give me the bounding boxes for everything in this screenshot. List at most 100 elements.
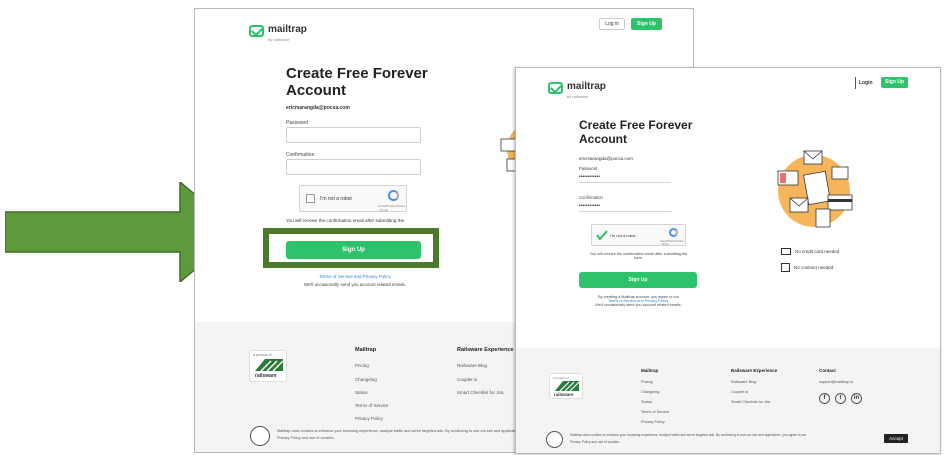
cookie-notice-2: Mailtrap uses cookies to enhance your br…	[570, 433, 807, 437]
page-title-2: Create Free Forever Account	[579, 118, 692, 146]
footer-link-smart-checklist[interactable]: Smart Checklist for Jira	[457, 390, 504, 395]
logo-text: mailtrap	[268, 24, 307, 35]
footer-2-link-privacy[interactable]: Privacy Policy	[641, 420, 665, 424]
badge-text: a product of	[253, 353, 272, 357]
confirmation-label: Confirmation	[286, 152, 315, 158]
recaptcha-check-icon	[596, 230, 608, 240]
logo-subtext-2: by railsware	[567, 94, 589, 99]
title-line-2: Account	[286, 82, 346, 99]
perk-no-card: No credit card needed	[781, 248, 839, 255]
envelopes-illustration-2	[777, 150, 853, 228]
recaptcha-label-2: I'm not a robot	[610, 233, 636, 238]
accept-cookies-button[interactable]: Accept	[884, 434, 908, 443]
recaptcha-logo-icon	[388, 190, 399, 201]
recaptcha-widget-2[interactable]: I'm not a robot reCAPTCHA Privacy - Term…	[591, 224, 686, 246]
signup-header-button[interactable]: Sign Up	[631, 18, 662, 30]
recaptcha-footer-2: reCAPTCHA Privacy - Terms	[660, 240, 684, 246]
footer-mailtrap-heading: Mailtrap	[355, 347, 377, 353]
contract-icon	[781, 263, 790, 272]
recaptcha-label: I'm not a robot	[320, 196, 352, 202]
confirmation-input[interactable]	[286, 159, 421, 175]
terms-link[interactable]: Terms of Service and Privacy Policy	[255, 274, 455, 279]
footer-link-coupler[interactable]: Coupler.io	[457, 377, 477, 382]
perk-contract-text: No contract needed	[794, 265, 834, 270]
perk-card-text: No credit card needed	[795, 249, 840, 254]
confirm-note: You will receive the confirmation email …	[286, 218, 405, 223]
footer-2-contact-heading: Contact	[819, 368, 836, 373]
footer-2-link-smart-checklist[interactable]: Smart Checklist for Jira	[731, 400, 770, 404]
footer-link-privacy[interactable]: Privacy Policy	[355, 416, 383, 421]
footer-2-link-coupler[interactable]: Coupler.io	[731, 390, 748, 394]
footer-link-changelog[interactable]: Changelog	[355, 377, 377, 382]
footer-link-status[interactable]: Status	[355, 390, 368, 395]
page-title: Create Free Forever Account	[286, 65, 428, 99]
title-line-1: Create Free Forever	[286, 65, 428, 82]
logo-text-2: mailtrap	[567, 81, 606, 92]
confirmation-input-2[interactable]: ••••••••••••	[579, 203, 671, 212]
footer-2-rw-heading: Railsware Experience	[731, 368, 778, 373]
footer-2-link-pricing[interactable]: Pricing	[641, 380, 653, 384]
agree-line-3: We'll occasionally send you account rela…	[595, 303, 682, 307]
linkedin-icon[interactable]: in	[851, 393, 862, 404]
footer-link-pricing[interactable]: Pricing	[355, 363, 369, 368]
footer-2-mailtrap-heading: Mailtrap	[641, 368, 659, 373]
terms-text[interactable]: Terms of Service and Privacy Policy	[319, 274, 391, 279]
recaptcha-widget[interactable]: I'm not a robot reCAPTCHA Privacy - Term…	[299, 185, 407, 212]
cookie-notice: Mailtrap uses cookies to enhance your br…	[277, 429, 517, 433]
header-divider	[855, 77, 856, 89]
confirmation-label-2: Confirmation	[579, 195, 603, 200]
railsware-logo-icon	[255, 359, 283, 371]
mailtrap-logo-icon-2	[548, 81, 563, 94]
signup-header-button-2[interactable]: Sign Up	[881, 77, 908, 88]
badge-text-2: a product of	[553, 376, 569, 380]
cookie-icon	[250, 426, 270, 446]
confirm-note-2-line-2: form.	[634, 256, 643, 260]
cookie-icon-2	[546, 431, 563, 448]
signup-button-2[interactable]: Sign Up	[579, 272, 697, 288]
railsware-text: railsware	[255, 373, 277, 379]
logo-subtext: by railsware	[268, 37, 290, 42]
recaptcha-checkbox[interactable]	[306, 194, 315, 203]
footer-2-contact-email[interactable]: support@mailtrap.io	[819, 380, 853, 384]
railsware-badge-2[interactable]: a product of railsware	[549, 373, 583, 399]
footer-2-link-status[interactable]: Status	[641, 400, 652, 404]
signup-highlight-box	[263, 228, 439, 268]
railsware-logo-icon-2	[555, 381, 579, 391]
signup-screenshot-front: mailtrap by railsware Login Sign Up Crea…	[515, 67, 941, 454]
email-display-2: ericmarangda@pocsa.com	[579, 156, 633, 161]
recaptcha-logo-icon-2	[669, 228, 678, 237]
mailtrap-logo[interactable]: mailtrap by railsware	[249, 19, 307, 42]
footer-2-link-rw-blog[interactable]: Railsware Blog	[731, 380, 756, 384]
login-button[interactable]: Log in	[599, 18, 625, 30]
footer-2: a product of railsware Mailtrap Pricing …	[516, 348, 940, 453]
password-label-2: Password	[579, 166, 598, 171]
footer-2-link-changelog[interactable]: Changelog	[641, 390, 659, 394]
logo-wordmark: mailtrap by railsware	[268, 19, 307, 43]
logo-wordmark-2: mailtrap by railsware	[567, 76, 606, 100]
cookie-policy-link[interactable]: Privacy Policy and use of cookies.	[277, 436, 334, 440]
login-button-2[interactable]: Login	[859, 80, 873, 86]
title-2-line-1: Create Free Forever	[579, 118, 693, 132]
cookie-policy-link-2[interactable]: Privacy Policy and use of cookies.	[570, 440, 620, 444]
footer-2-link-terms[interactable]: Terms of Service	[641, 410, 669, 414]
recaptcha-footer: reCAPTCHA Privacy - Terms	[378, 204, 406, 212]
railsware-badge[interactable]: a product of railsware	[249, 350, 287, 382]
twitter-icon[interactable]: t	[835, 393, 846, 404]
title-2-line-2: Account	[579, 132, 627, 146]
password-input-2[interactable]: ••••••••••••	[579, 174, 671, 183]
railsware-text-2: railsware	[554, 392, 574, 397]
mailtrap-logo-2[interactable]: mailtrap by railsware	[548, 76, 606, 99]
footer-rw-heading: Railsware Experience	[457, 347, 514, 353]
footer-link-rw-blog[interactable]: Railsware Blog	[457, 363, 487, 368]
agree-note: By creating a Mailtrap account, you agre…	[571, 295, 706, 307]
emails-note: We'll occasionally send you account rela…	[303, 282, 407, 287]
password-input[interactable]	[286, 127, 421, 143]
confirm-note-2: You will receive the confirmation email …	[571, 252, 706, 260]
facebook-icon[interactable]: f	[819, 393, 830, 404]
mailtrap-logo-icon	[249, 24, 264, 37]
email-display: ericmarangda@pocsa.com	[286, 105, 350, 111]
credit-card-icon	[781, 248, 791, 255]
perk-no-contract: No contract needed	[781, 263, 833, 272]
password-label: Password	[286, 120, 308, 126]
footer-link-terms[interactable]: Terms of Service	[355, 403, 389, 408]
